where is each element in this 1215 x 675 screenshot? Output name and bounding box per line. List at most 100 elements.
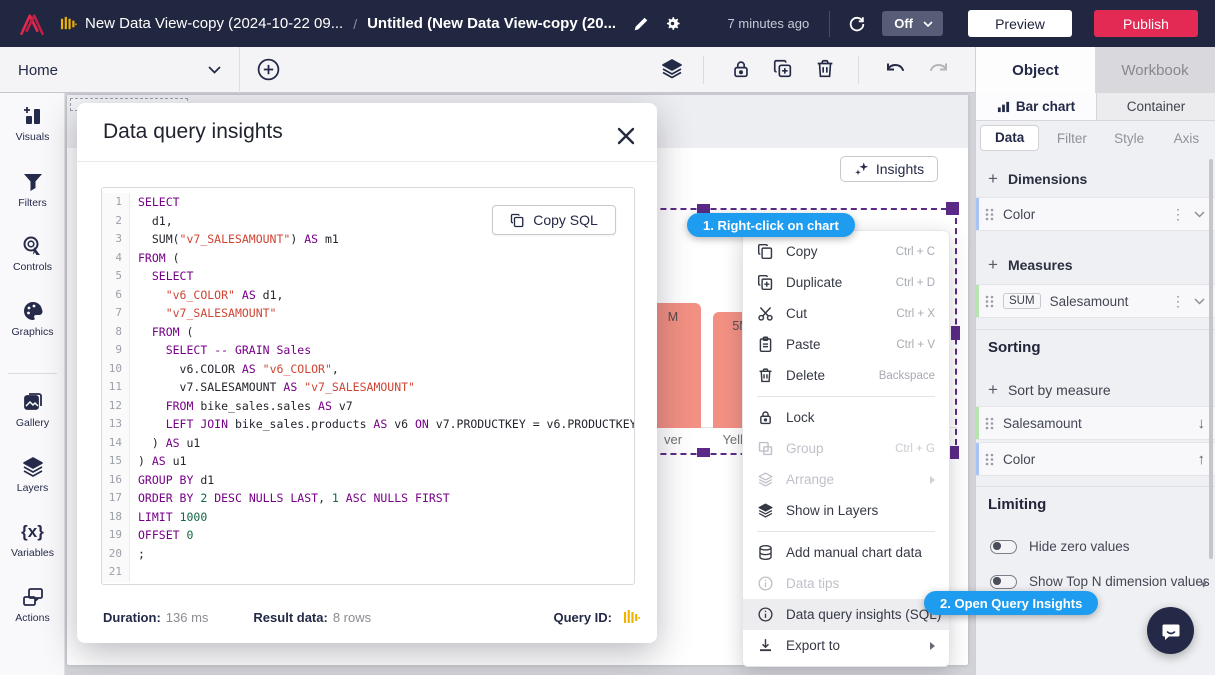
selection-handle-right[interactable]	[951, 326, 960, 340]
scroll-down-arrow-icon[interactable]: ▾	[1201, 578, 1207, 591]
edit-title-icon[interactable]	[632, 15, 650, 33]
sidebar-item-filters[interactable]: Filters	[0, 170, 65, 209]
limiting-section-title: Limiting	[988, 496, 1046, 513]
scissors-icon	[757, 305, 774, 322]
add-item-icon[interactable]	[256, 57, 281, 82]
query-id-label: Query ID:	[553, 610, 612, 625]
sort-color-strip	[976, 407, 979, 439]
query-id-bars-icon	[623, 608, 641, 626]
copy-sql-button[interactable]: Copy SQL	[492, 205, 616, 235]
menu-item-add-manual-chart-data[interactable]: Add manual chart data	[743, 537, 949, 568]
sidebar-item-visuals[interactable]: Visuals	[0, 104, 65, 143]
drag-handle-icon[interactable]	[985, 208, 994, 221]
menu-divider	[757, 531, 935, 532]
add-measure-button[interactable]: + Measures	[988, 255, 1073, 275]
sql-code-block[interactable]: 1SELECT2 d1,3 SUM("v7_SALESAMOUNT") AS m…	[101, 187, 635, 585]
page-selector-dropdown[interactable]: Home	[0, 47, 240, 93]
selection-handle-top[interactable]	[697, 204, 710, 213]
duration-value: 136 ms	[166, 610, 209, 625]
menu-item-duplicate[interactable]: DuplicateCtrl + D	[743, 267, 949, 298]
copy-icon	[510, 213, 525, 228]
tab-data[interactable]: Data	[980, 125, 1039, 151]
auto-refresh-dropdown[interactable]: Off	[882, 11, 943, 36]
toggle-hide-zero-values[interactable]: Hide zero values	[990, 539, 1130, 554]
trash-icon	[757, 367, 774, 384]
selection-handle-bottom[interactable]	[697, 448, 710, 457]
menu-item-copy[interactable]: CopyCtrl + C	[743, 236, 949, 267]
menu-item-paste[interactable]: PasteCtrl + V	[743, 329, 949, 360]
chevron-down-icon[interactable]	[1194, 211, 1205, 218]
layers-icon	[21, 455, 45, 479]
modal-title: Data query insights	[103, 120, 283, 144]
tab-object[interactable]: Object	[975, 47, 1095, 93]
toolbar-divider	[703, 56, 704, 84]
sort-descending-icon[interactable]: ↓	[1198, 415, 1206, 432]
drag-handle-icon[interactable]	[985, 453, 994, 466]
menu-item-show-in-layers[interactable]: Show in Layers	[743, 495, 949, 526]
sidebar-item-layers[interactable]: Layers	[0, 455, 65, 494]
tab-bar-chart[interactable]: Bar chart	[976, 93, 1096, 121]
submenu-arrow-icon	[930, 642, 935, 650]
add-dimension-button[interactable]: + Dimensions	[988, 169, 1087, 189]
help-chat-button[interactable]	[1147, 607, 1194, 654]
dataset-bars-icon	[60, 15, 77, 32]
menu-item-delete[interactable]: DeleteBackspace	[743, 360, 949, 391]
dataset-title[interactable]: New Data View-copy (2024-10-22 09...	[85, 15, 343, 32]
info-icon	[757, 606, 774, 623]
delete-toolbar-icon[interactable]	[814, 58, 836, 80]
menu-item-lock[interactable]: Lock	[743, 402, 949, 433]
close-icon[interactable]	[615, 125, 637, 147]
menu-item-export-to[interactable]: Export to	[743, 630, 949, 661]
publish-button[interactable]: Publish	[1094, 10, 1198, 37]
dimension-row-color[interactable]: Color ⋮	[976, 197, 1215, 231]
preview-button[interactable]: Preview	[968, 10, 1072, 37]
menu-item-data-query-insights[interactable]: Data query insights (SQL)	[743, 599, 949, 630]
tab-container[interactable]: Container	[1096, 93, 1215, 121]
drag-handle-icon[interactable]	[985, 295, 994, 308]
drag-handle-icon[interactable]	[985, 417, 994, 430]
selection-handle-top-right[interactable]	[946, 202, 959, 215]
toggle-switch[interactable]	[990, 575, 1017, 589]
sql-line: 9 SELECT -- GRAIN Sales	[102, 341, 634, 360]
undo-icon[interactable]	[884, 60, 908, 80]
tab-filter[interactable]: Filter	[1043, 131, 1100, 146]
screen: New Data View-copy (2024-10-22 09... / U…	[0, 0, 1215, 675]
info-icon	[757, 575, 774, 592]
chevron-down-icon[interactable]	[1194, 298, 1205, 305]
clipboard-icon	[757, 336, 774, 353]
sidebar-item-gallery[interactable]: Gallery	[0, 390, 65, 429]
app-logo-icon[interactable]	[17, 9, 47, 39]
refresh-icon[interactable]	[848, 15, 866, 33]
workbook-title[interactable]: Untitled (New Data View-copy (20...	[367, 15, 616, 32]
aggregation-chip[interactable]: SUM	[1003, 293, 1041, 309]
sidebar-item-variables[interactable]: {x} Variables	[0, 520, 65, 559]
kebab-menu-icon[interactable]: ⋮	[1171, 293, 1185, 310]
tab-style[interactable]: Style	[1101, 131, 1158, 146]
toggle-show-top-n[interactable]: Show Top N dimension values	[990, 574, 1210, 589]
measure-row-salesamount[interactable]: SUM Salesamount ⋮	[976, 284, 1215, 318]
duplicate-toolbar-icon[interactable]	[772, 58, 794, 80]
download-icon	[757, 637, 774, 654]
add-sort-by-measure-button[interactable]: + Sort by measure	[988, 380, 1111, 400]
layers-toolbar-icon[interactable]	[660, 57, 684, 81]
graphics-icon	[21, 299, 45, 323]
kebab-menu-icon[interactable]: ⋮	[1171, 206, 1185, 223]
toggle-switch[interactable]	[990, 540, 1017, 554]
sort-row-salesamount[interactable]: Salesamount ↓	[976, 406, 1215, 440]
settings-gear-icon[interactable]	[663, 14, 682, 33]
sort-ascending-icon[interactable]: ↑	[1198, 451, 1206, 468]
insights-button[interactable]: Insights	[840, 156, 938, 182]
tab-workbook[interactable]: Workbook	[1095, 47, 1215, 93]
sidebar-item-actions[interactable]: Actions	[0, 585, 65, 624]
sort-color-strip	[976, 443, 979, 475]
menu-item-cut[interactable]: CutCtrl + X	[743, 298, 949, 329]
tab-axis[interactable]: Axis	[1158, 131, 1215, 146]
copy-icon	[757, 243, 774, 260]
sidebar-item-graphics[interactable]: Graphics	[0, 299, 65, 338]
panel-scrollbar[interactable]	[1209, 159, 1213, 559]
sidebar-item-controls[interactable]: Controls	[0, 234, 65, 273]
redo-icon[interactable]	[926, 60, 950, 80]
breadcrumb-separator: /	[353, 16, 357, 32]
sort-row-color[interactable]: Color ↑	[976, 442, 1215, 476]
lock-toolbar-icon[interactable]	[730, 58, 752, 80]
